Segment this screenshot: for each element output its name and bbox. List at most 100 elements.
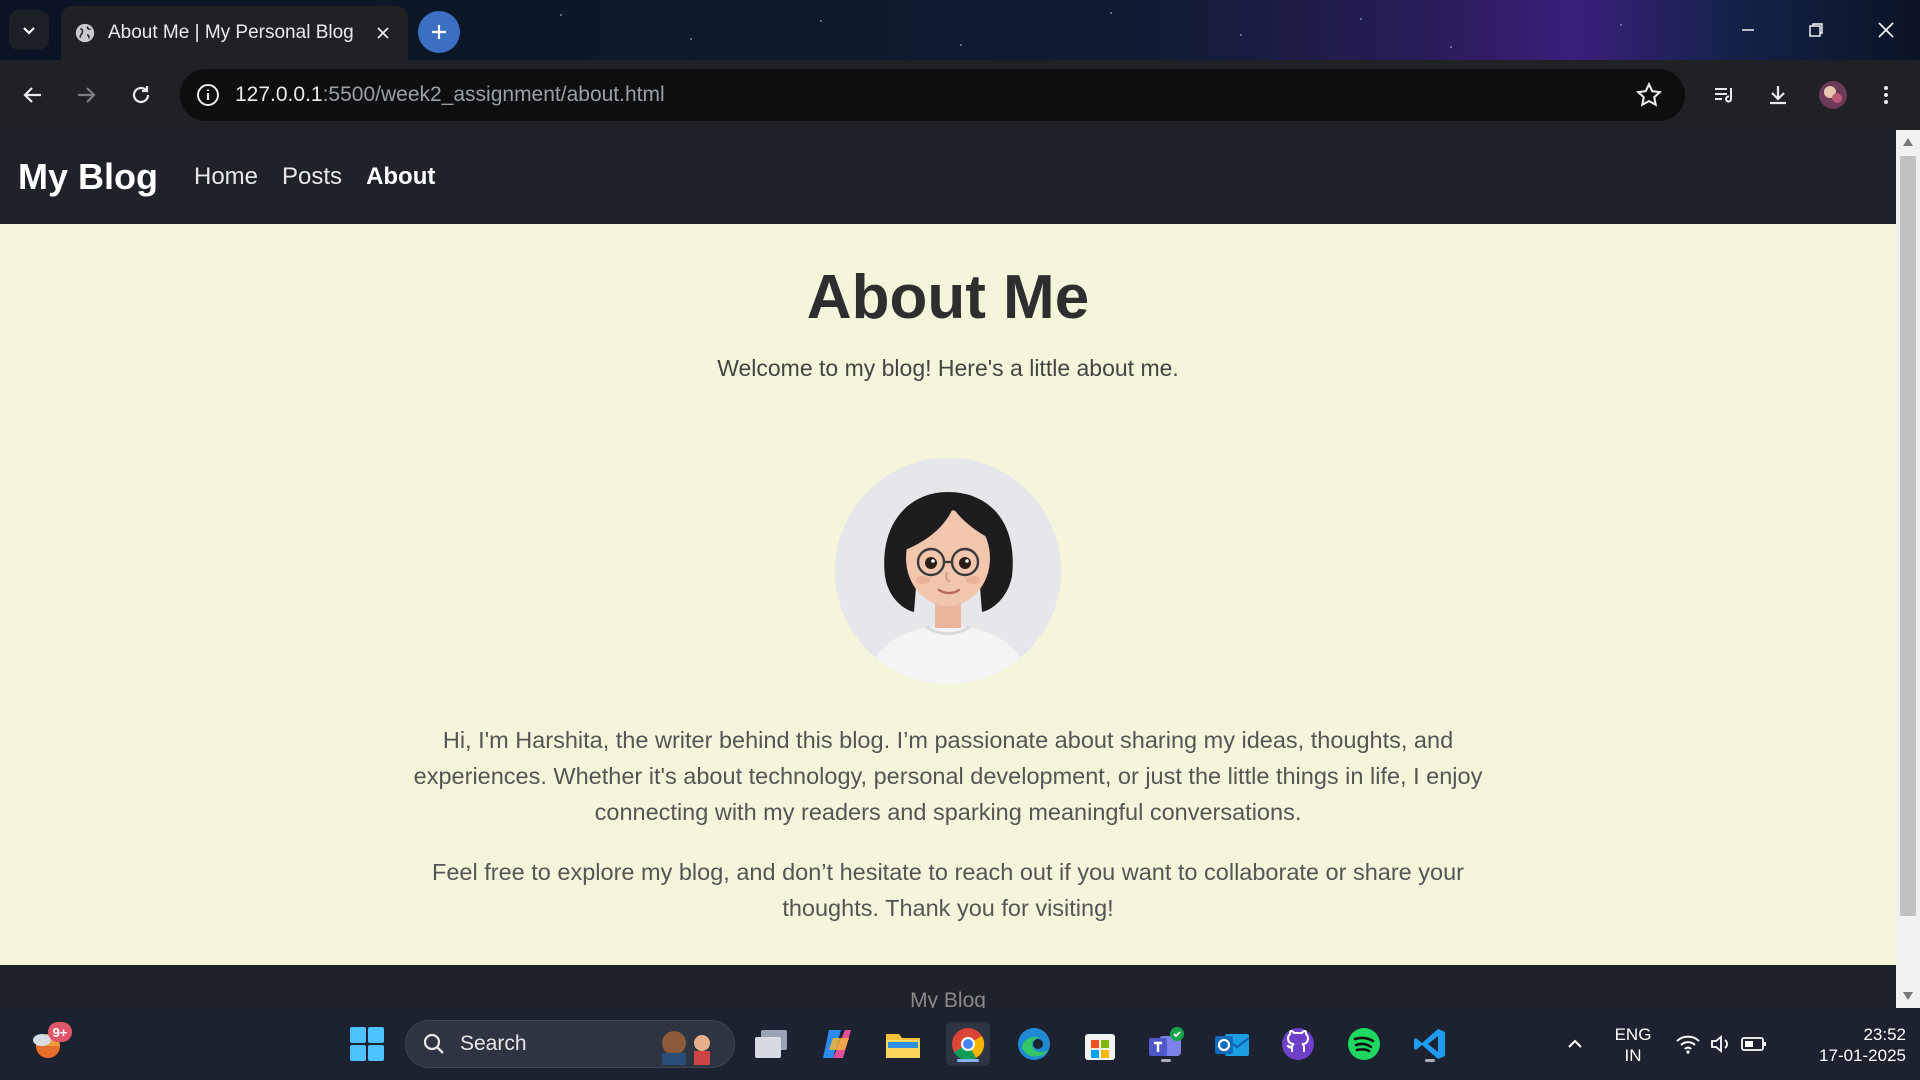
bookmark-star-icon[interactable] xyxy=(1635,81,1663,109)
task-view-icon xyxy=(755,1030,787,1058)
show-hidden-icons-button[interactable] xyxy=(1553,1022,1597,1066)
task-view-button[interactable] xyxy=(749,1022,793,1066)
bio-paragraph-1: Hi, I'm Harshita, the writer behind this… xyxy=(413,727,1483,825)
reload-button[interactable] xyxy=(123,77,159,113)
battery-icon xyxy=(1741,1037,1766,1051)
site-footer: My Blog xyxy=(0,965,1896,1008)
region-code: IN xyxy=(1624,1046,1642,1065)
teams-button[interactable] xyxy=(1144,1022,1188,1066)
chrome-button[interactable] xyxy=(946,1022,990,1066)
chevron-up-icon xyxy=(1568,1039,1582,1048)
reading-list-button[interactable] xyxy=(1706,77,1742,113)
about-section: About Me Welcome to my blog! Here's a li… xyxy=(0,224,1896,926)
edge-icon xyxy=(1018,1028,1050,1060)
github-icon xyxy=(1282,1028,1314,1060)
vscode-icon xyxy=(1414,1029,1445,1059)
weather-widget[interactable]: 9+ xyxy=(26,1022,72,1066)
vscode-button[interactable] xyxy=(1408,1022,1452,1066)
clock-time: 23:52 xyxy=(1863,1025,1906,1044)
scroll-down-button[interactable] xyxy=(1896,984,1920,1008)
minimize-icon xyxy=(1742,29,1754,31)
windows-taskbar: 9+ Search ENG IN 23:52 17-01-2025 xyxy=(0,1008,1920,1080)
microsoft-store-button[interactable] xyxy=(1078,1022,1122,1066)
wifi-icon xyxy=(1676,1035,1700,1054)
outlook-button[interactable] xyxy=(1210,1022,1254,1066)
edge-button[interactable] xyxy=(1012,1022,1056,1066)
page-viewport: My Blog Home Posts About About Me Welcom… xyxy=(0,130,1896,1008)
page-scrollbar[interactable] xyxy=(1896,130,1920,1008)
site-info-icon[interactable] xyxy=(195,82,221,108)
arrow-left-icon xyxy=(23,87,41,103)
copilot-icon xyxy=(823,1030,851,1058)
back-button[interactable] xyxy=(15,77,51,113)
arrow-right-icon xyxy=(78,87,96,103)
site-brand[interactable]: My Blog xyxy=(18,156,158,198)
system-clock[interactable]: 23:52 17-01-2025 xyxy=(1790,1024,1906,1066)
quick-settings-button[interactable] xyxy=(1666,1022,1776,1066)
forward-button[interactable] xyxy=(68,77,104,113)
reload-icon xyxy=(132,86,150,104)
url-path: :5500/week2_assignment/about.html xyxy=(322,83,665,106)
windows-logo-icon xyxy=(350,1027,384,1061)
browser-menu-button[interactable] xyxy=(1868,77,1904,113)
profile-avatar-icon xyxy=(1819,81,1847,109)
chrome-icon xyxy=(952,1028,985,1061)
running-indicator xyxy=(1161,1059,1171,1062)
playlist-icon xyxy=(1715,88,1733,103)
globe-icon xyxy=(75,23,95,43)
language-code: ENG xyxy=(1614,1025,1652,1044)
browser-toolbar: 127.0.0.1:5500/week2_assignment/about.ht… xyxy=(0,60,1920,130)
profile-photo-illustration xyxy=(835,458,1061,684)
downloads-button[interactable] xyxy=(1760,77,1796,113)
profile-photo xyxy=(835,458,1061,684)
folder-icon xyxy=(886,1034,920,1058)
scrollbar-thumb[interactable] xyxy=(1900,156,1916,916)
page-title: About Me xyxy=(806,263,1090,332)
volume-icon xyxy=(1711,1035,1728,1053)
close-icon xyxy=(377,27,389,39)
search-icon xyxy=(423,1033,444,1054)
teams-icon xyxy=(1149,1027,1184,1056)
outlook-icon xyxy=(1215,1034,1250,1056)
tab-title: About Me | My Personal Blog xyxy=(108,22,354,43)
store-icon xyxy=(1085,1034,1115,1060)
start-button[interactable] xyxy=(345,1022,389,1066)
scroll-up-button[interactable] xyxy=(1896,130,1920,154)
github-button[interactable] xyxy=(1276,1022,1320,1066)
nav-link-home[interactable]: Home xyxy=(194,163,258,191)
new-tab-button[interactable] xyxy=(418,11,460,53)
close-icon xyxy=(1878,22,1894,38)
triangle-up-icon xyxy=(1903,138,1913,146)
clock-date: 17-01-2025 xyxy=(1819,1046,1906,1065)
spotify-icon xyxy=(1348,1028,1380,1060)
minimize-button[interactable] xyxy=(1714,0,1782,60)
taskbar-search-box[interactable]: Search xyxy=(405,1020,735,1068)
page-subtitle: Welcome to my blog! Here's a little abou… xyxy=(717,355,1179,381)
notification-badge: 9+ xyxy=(48,1022,72,1042)
nav-link-posts[interactable]: Posts xyxy=(282,163,342,191)
footer-text: My Blog xyxy=(910,989,986,1008)
nav-link-about[interactable]: About xyxy=(366,163,435,191)
input-language-indicator[interactable]: ENG IN xyxy=(1610,1024,1656,1066)
browser-tab-strip: About Me | My Personal Blog xyxy=(0,0,1920,60)
chevron-down-icon xyxy=(23,27,35,35)
url-host: 127.0.0.1 xyxy=(235,83,323,106)
bio-paragraph-2: Feel free to explore my blog, and don’t … xyxy=(432,859,1464,921)
triangle-down-icon xyxy=(1903,992,1913,1000)
restore-icon xyxy=(1809,23,1823,37)
copilot-button[interactable] xyxy=(815,1022,859,1066)
file-explorer-button[interactable] xyxy=(881,1022,925,1066)
restore-button[interactable] xyxy=(1782,0,1850,60)
search-label: Search xyxy=(460,1032,527,1055)
running-indicator xyxy=(957,1059,979,1062)
plus-icon xyxy=(432,25,446,39)
search-highlight-illustration-icon xyxy=(662,1031,710,1065)
site-navbar: My Blog Home Posts About xyxy=(0,130,1896,224)
profile-avatar-button[interactable] xyxy=(1815,77,1851,113)
address-bar[interactable]: 127.0.0.1:5500/week2_assignment/about.ht… xyxy=(180,69,1685,121)
tab-close-button[interactable] xyxy=(370,20,396,46)
window-close-button[interactable] xyxy=(1852,0,1920,60)
tab-about-me[interactable]: About Me | My Personal Blog xyxy=(61,6,408,60)
tab-search-button[interactable] xyxy=(9,10,49,50)
spotify-button[interactable] xyxy=(1342,1022,1386,1066)
